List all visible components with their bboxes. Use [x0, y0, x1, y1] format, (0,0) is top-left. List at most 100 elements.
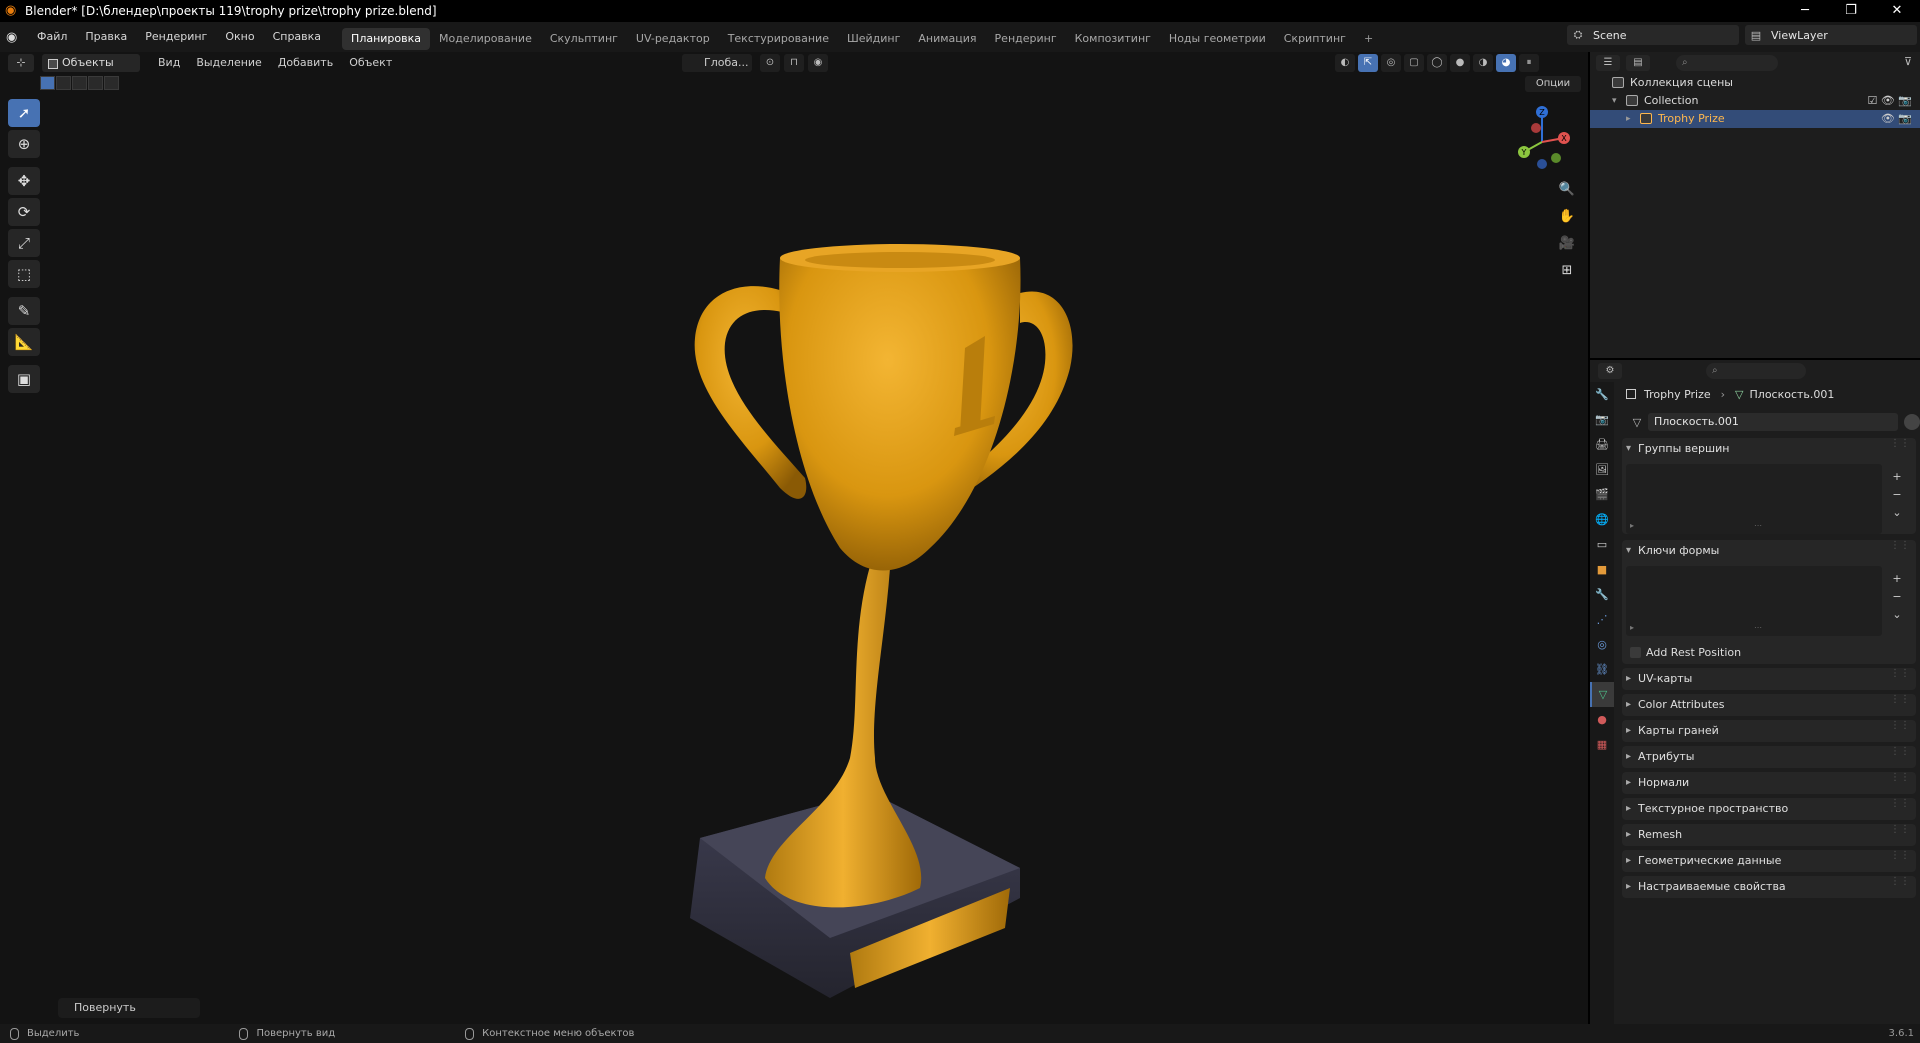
face-maps-header[interactable]: Карты граней	[1622, 720, 1916, 742]
render-tab-icon[interactable]: 📷	[1590, 407, 1614, 432]
camera-view-icon[interactable]: 🎥	[1555, 232, 1579, 256]
tab-geometry-nodes[interactable]: Ноды геометрии	[1160, 28, 1275, 50]
outliner-row-collection[interactable]: ▾ Collection ☑ 👁 📷	[1590, 92, 1920, 110]
list-filter-arrow-icon[interactable]: ▸	[1630, 521, 1634, 530]
visibility-icon[interactable]: ◐	[1335, 54, 1355, 72]
tab-sculpting[interactable]: Скульптинг	[541, 28, 627, 50]
mesh-data-browse-icon[interactable]: ▽	[1626, 416, 1648, 429]
physics-tab-icon[interactable]: ◎	[1590, 632, 1614, 657]
pan-hand-icon[interactable]: ✋	[1555, 205, 1579, 229]
shape-keys-header[interactable]: Ключи формы	[1622, 540, 1916, 562]
menu-help[interactable]: Справка	[264, 22, 330, 52]
select-box-tool-icon[interactable]: ➚	[8, 99, 40, 127]
object-tab-icon[interactable]: ■	[1590, 557, 1614, 582]
menu-object[interactable]: Объект	[341, 52, 400, 74]
remove-shape-key-icon[interactable]: −	[1888, 588, 1906, 606]
gizmo-neg-z[interactable]	[1537, 159, 1547, 169]
drag-handle-icon[interactable]: ⋮⋮	[1890, 850, 1910, 861]
properties-search-input[interactable]: ⌕	[1706, 363, 1806, 379]
options-dropdown[interactable]: Опции	[1525, 76, 1581, 92]
drag-handle-icon[interactable]: ⋮⋮	[1890, 540, 1910, 551]
pivot-icon[interactable]: ⊙	[760, 54, 780, 72]
drag-handle-icon[interactable]: ⋮⋮	[1890, 438, 1910, 449]
tab-uv-editing[interactable]: UV-редактор	[627, 28, 719, 50]
tab-shading[interactable]: Шейдинг	[838, 28, 909, 50]
drag-handle-icon[interactable]: ⋮⋮	[1890, 876, 1910, 887]
expand-arrow-icon[interactable]: ▸	[1626, 110, 1631, 128]
navigation-gizmo[interactable]: Z Y X	[1508, 102, 1576, 172]
modifier-tab-icon[interactable]: 🔧	[1590, 582, 1614, 607]
texture-tab-icon[interactable]: ▦	[1590, 732, 1614, 757]
fake-user-shield-icon[interactable]	[1904, 414, 1920, 430]
tab-animation[interactable]: Анимация	[909, 28, 985, 50]
add-rest-position-checkbox[interactable]: Add Rest Position	[1622, 642, 1916, 664]
menu-render[interactable]: Рендеринг	[136, 22, 216, 52]
add-vertex-group-icon[interactable]: +	[1888, 468, 1906, 486]
uv-maps-header[interactable]: UV-карты	[1622, 668, 1916, 690]
shape-keys-list[interactable]: ▸ ⋯	[1626, 566, 1882, 636]
solid-shading-icon[interactable]: ●	[1450, 54, 1470, 72]
drag-handle-icon[interactable]: ⋮⋮	[1890, 720, 1910, 731]
tab-rendering[interactable]: Рендеринг	[986, 28, 1066, 50]
particles-tab-icon[interactable]: ⋰	[1590, 607, 1614, 632]
rendered-shading-icon[interactable]: ◕	[1496, 54, 1516, 72]
color-attributes-header[interactable]: Color Attributes	[1622, 694, 1916, 716]
menu-edit[interactable]: Правка	[76, 22, 136, 52]
menu-select[interactable]: Выделение	[188, 52, 270, 74]
overlay-icon[interactable]: ◎	[1381, 54, 1401, 72]
outliner-row-trophy-prize[interactable]: ▸ Trophy Prize 👁 📷	[1590, 110, 1920, 128]
constraints-tab-icon[interactable]: ⛓	[1590, 657, 1614, 682]
remove-vertex-group-icon[interactable]: −	[1888, 486, 1906, 504]
3d-viewport[interactable]: ⊹ Объекты Вид Выделение Добавить Объект …	[0, 52, 1588, 1024]
menu-window[interactable]: Окно	[216, 22, 263, 52]
object-mode-dropdown[interactable]: Объекты	[42, 54, 140, 72]
outliner-search-input[interactable]: ⌕	[1676, 55, 1778, 71]
select-extend-icon[interactable]	[56, 76, 71, 90]
xray-icon[interactable]: ▢	[1404, 54, 1424, 72]
move-tool-icon[interactable]: ✥	[8, 167, 40, 195]
tool-tab-icon[interactable]: 🔧	[1590, 382, 1614, 407]
proportional-edit-icon[interactable]: ◉	[808, 54, 828, 72]
custom-properties-header[interactable]: Настраиваемые свойства	[1622, 876, 1916, 898]
list-resize-grip-icon[interactable]: ⋯	[1754, 521, 1762, 530]
properties-editor-type-icon[interactable]: ⚙	[1598, 363, 1622, 379]
list-filter-arrow-icon[interactable]: ▸	[1630, 623, 1634, 632]
outliner-editor-type-icon[interactable]: ☰	[1596, 55, 1620, 71]
drag-handle-icon[interactable]: ⋮⋮	[1890, 746, 1910, 757]
attributes-header[interactable]: Атрибуты	[1622, 746, 1916, 768]
add-cube-tool-icon[interactable]: ▣	[8, 365, 40, 393]
mesh-data-tab-icon[interactable]: ▽	[1590, 682, 1614, 707]
material-tab-icon[interactable]: ●	[1590, 707, 1614, 732]
close-button[interactable]: ✕	[1874, 0, 1920, 22]
add-shape-key-icon[interactable]: +	[1888, 570, 1906, 588]
trophy-model[interactable]	[600, 238, 1080, 1024]
material-shading-icon[interactable]: ◑	[1473, 54, 1493, 72]
view-layer-name[interactable]: ViewLayer	[1767, 29, 1917, 42]
outliner-row-scene-collection[interactable]: Коллекция сцены	[1590, 74, 1920, 92]
drag-handle-icon[interactable]: ⋮⋮	[1890, 772, 1910, 783]
collapse-arrow-icon[interactable]: ▾	[1612, 92, 1617, 110]
list-resize-grip-icon[interactable]: ⋯	[1754, 623, 1762, 632]
cursor-tool-icon[interactable]: ⊕	[8, 130, 40, 158]
drag-handle-icon[interactable]: ⋮⋮	[1890, 798, 1910, 809]
snap-icon[interactable]: ⊓	[784, 54, 804, 72]
vertex-group-menu-icon[interactable]: ⌄	[1888, 504, 1906, 522]
output-tab-icon[interactable]: 🖨	[1590, 432, 1614, 457]
zoom-icon[interactable]: 🔍	[1555, 178, 1579, 202]
last-operator-panel[interactable]: Повернуть	[58, 998, 200, 1018]
minimize-button[interactable]: ─	[1782, 0, 1828, 22]
select-new-icon[interactable]	[40, 76, 55, 90]
visibility-eye-icon[interactable]: 👁 📷	[1881, 110, 1912, 128]
select-subtract-icon[interactable]	[72, 76, 87, 90]
gizmo-neg-x[interactable]	[1531, 123, 1541, 133]
texture-space-header[interactable]: Текстурное пространство	[1622, 798, 1916, 820]
menu-view[interactable]: Вид	[150, 52, 188, 74]
vertex-groups-header[interactable]: Группы вершин	[1622, 438, 1916, 460]
drag-handle-icon[interactable]: ⋮⋮	[1890, 668, 1910, 679]
scene-tab-icon[interactable]: 🎬	[1590, 482, 1614, 507]
transform-orientation-dropdown[interactable]: Глоба...	[682, 54, 752, 72]
wireframe-shading-icon[interactable]: ◯	[1427, 54, 1447, 72]
shape-key-menu-icon[interactable]: ⌄	[1888, 606, 1906, 624]
drag-handle-icon[interactable]: ⋮⋮	[1890, 824, 1910, 835]
visibility-eye-icon[interactable]: ☑ 👁 📷	[1867, 92, 1912, 110]
